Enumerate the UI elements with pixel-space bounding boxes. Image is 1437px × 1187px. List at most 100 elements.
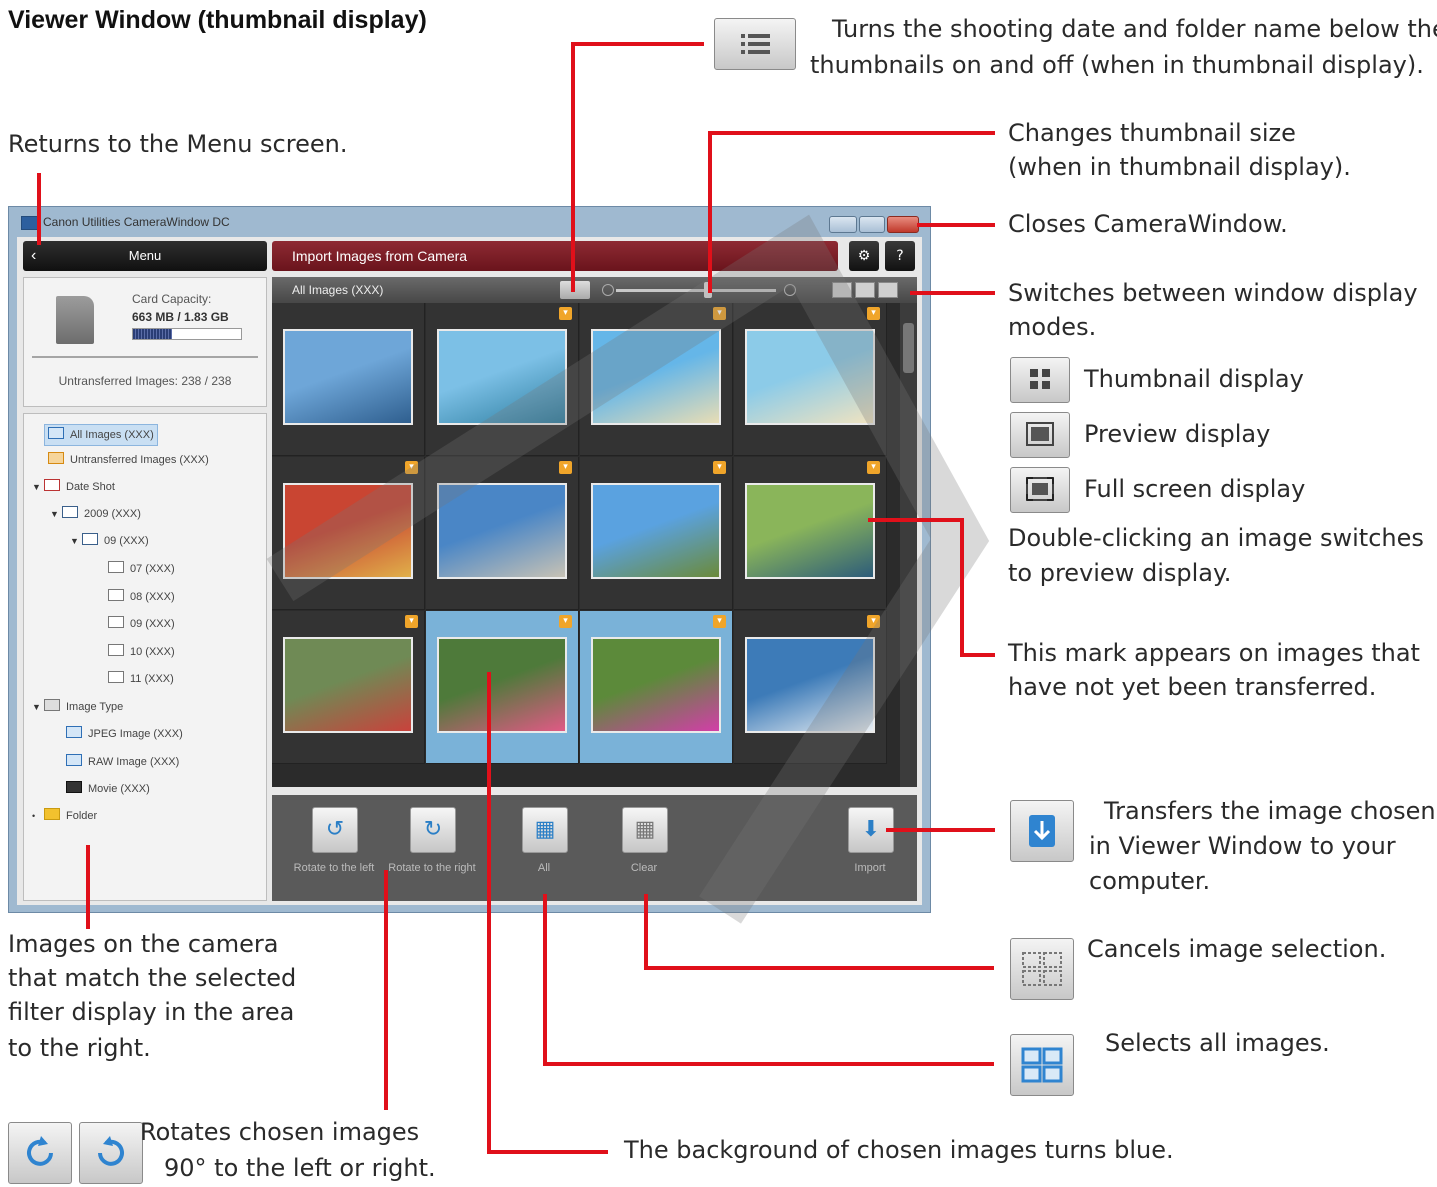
menu-label: Menu <box>128 248 162 263</box>
maximize-button[interactable] <box>859 216 885 233</box>
untransferred-mark-icon: ▾ <box>713 461 726 474</box>
tree-item-untransferred[interactable]: Untransferred Images (XXX) <box>48 450 209 470</box>
help-button[interactable]: ? <box>885 241 915 271</box>
minimize-button[interactable] <box>829 216 857 233</box>
tree-item-image-type[interactable]: ▼ Image Type <box>32 697 123 717</box>
thumbnail-image[interactable] <box>745 483 875 579</box>
download-icon: ⬇ <box>861 817 881 842</box>
thumbnail-cell[interactable]: ▾ <box>580 611 733 764</box>
thumbnail-image[interactable] <box>591 329 721 425</box>
thumbnail-image[interactable] <box>437 637 567 733</box>
thumbnail-image[interactable] <box>591 483 721 579</box>
thumbnail-cell[interactable]: ▾ <box>272 457 425 610</box>
expand-triangle-icon: ▼ <box>70 536 79 546</box>
thumbnail-image[interactable] <box>591 637 721 733</box>
window-title: Canon Utilities CameraWindow DC <box>43 215 230 229</box>
preview-mode-button[interactable] <box>855 282 875 298</box>
rotate-right-icon: ↻ <box>423 817 443 842</box>
rotate-left-button[interactable]: ↺ <box>312 807 358 853</box>
tree-item-day-07[interactable]: 07 (XXX) <box>108 559 175 579</box>
callout-line <box>543 1062 994 1066</box>
callout-line <box>487 672 491 1154</box>
scrollbar-thumb[interactable] <box>903 323 914 373</box>
info-toggle-button[interactable] <box>560 281 590 299</box>
callout-line <box>86 845 90 929</box>
rotate-right-icon <box>79 1122 143 1184</box>
callout-line <box>487 1150 608 1154</box>
thumbnail-image[interactable] <box>437 329 567 425</box>
tree-item-all-images[interactable]: All Images (XXX) <box>44 424 158 446</box>
import-icon <box>1010 800 1074 862</box>
expand-triangle-icon: ▼ <box>32 702 41 712</box>
thumbnail-mode-button[interactable] <box>832 282 852 298</box>
window-content: ‹ Menu Import Images from Camera ⚙ ? Car… <box>17 237 922 905</box>
thumbnail-cell[interactable]: ▾ <box>426 303 579 456</box>
thumbnail-image[interactable] <box>283 483 413 579</box>
close-button[interactable] <box>887 216 919 233</box>
thumbnail-cell[interactable]: ▾ <box>426 611 579 764</box>
thumbnail-image[interactable] <box>745 637 875 733</box>
thumbnail-cell[interactable]: ▾ <box>734 457 887 610</box>
tree-item-day-09[interactable]: 09 (XXX) <box>108 614 175 634</box>
clear-label: Clear <box>630 862 658 874</box>
thumbnail-image[interactable] <box>745 329 875 425</box>
clear-selection-icon: ▦ <box>634 817 656 842</box>
annotation-thumb-size-line1: Changes thumbnail size <box>1008 119 1296 147</box>
thumbnail-cell[interactable]: ▾ <box>580 457 733 610</box>
card-capacity-panel: Card Capacity: 663 MB / 1.83 GB Untransf… <box>23 277 267 407</box>
tree-item-09[interactable]: ▼ 09 (XXX) <box>70 531 149 551</box>
select-all-button[interactable]: ▦ <box>522 807 568 853</box>
settings-button[interactable]: ⚙ <box>849 241 879 271</box>
thumbnail-cell[interactable]: ▾ <box>734 611 887 764</box>
callout-line <box>644 894 648 969</box>
tree-item-jpeg[interactable]: JPEG Image (XXX) <box>66 724 183 744</box>
thumbnail-cell[interactable]: ▾ <box>426 457 579 610</box>
annotation-select-all: Selects all images. <box>1105 1029 1330 1057</box>
annotation-display-toggle-line2: thumbnails on and off (when in thumbnail… <box>810 51 1424 79</box>
thumbnail-cell[interactable]: ▾ <box>580 303 733 456</box>
callout-line <box>960 653 995 657</box>
tree-item-day-11[interactable]: 11 (XXX) <box>108 669 174 689</box>
annotation-modes-line1: Switches between window display <box>1008 279 1418 307</box>
annotation-modes-line2: modes. <box>1008 313 1097 341</box>
jpeg-icon <box>66 726 82 738</box>
menu-button[interactable]: ‹ Menu <box>23 241 267 271</box>
thumbnail-image[interactable] <box>283 329 413 425</box>
rotate-left-label: Rotate to the left <box>293 862 375 874</box>
clear-button[interactable]: ▦ <box>622 807 668 853</box>
tree-item-day-10[interactable]: 10 (XXX) <box>108 642 175 662</box>
tree-item-movie[interactable]: Movie (XXX) <box>66 779 150 799</box>
calendar-icon <box>108 671 124 683</box>
callout-line <box>708 131 995 135</box>
tree-item-label: 08 (XXX) <box>130 591 175 603</box>
tree-item-2009[interactable]: ▼ 2009 (XXX) <box>50 504 141 524</box>
rotate-right-button[interactable]: ↻ <box>410 807 456 853</box>
thumbnail-image[interactable] <box>283 637 413 733</box>
tree-item-label: Image Type <box>66 701 124 713</box>
thumbnail-cell[interactable]: ▾ <box>272 611 425 764</box>
annotation-rotate-line2: 90° to the left or right. <box>164 1154 436 1182</box>
thumbnail-cell[interactable] <box>272 303 425 456</box>
annotation-mark-line1: This mark appears on images that <box>1008 639 1420 667</box>
annotation-mode-fullscreen: Full screen display <box>1084 475 1306 503</box>
thumbnail-size-slider[interactable] <box>616 289 776 292</box>
thumbnail-image[interactable] <box>437 483 567 579</box>
tree-item-day-08[interactable]: 08 (XXX) <box>108 587 175 607</box>
tree-item-raw[interactable]: RAW Image (XXX) <box>66 752 179 772</box>
card-capacity-value: 663 MB / 1.83 GB <box>132 310 229 324</box>
tree-item-date-shot[interactable]: ▼ Date Shot <box>32 477 115 497</box>
thumbnail-cell[interactable]: ▾ <box>734 303 887 456</box>
untransferred-mark-icon: ▾ <box>559 307 572 320</box>
capacity-bar <box>132 328 242 340</box>
gear-icon: ⚙ <box>857 248 871 264</box>
tree-item-folder[interactable]: • Folder <box>32 806 97 826</box>
zoom-out-icon[interactable] <box>602 284 614 296</box>
select-all-label: All <box>537 862 551 874</box>
annotation-display-toggle-line1: Turns the shooting date and folder name … <box>832 15 1437 43</box>
rotate-left-icon: ↺ <box>325 817 345 842</box>
vertical-scrollbar[interactable] <box>900 303 917 787</box>
zoom-in-icon[interactable] <box>784 284 796 296</box>
tree-item-label: 09 (XXX) <box>130 618 175 630</box>
fullscreen-mode-button[interactable] <box>878 282 898 298</box>
annotation-thumb-size-line2: (when in thumbnail display). <box>1008 153 1351 181</box>
